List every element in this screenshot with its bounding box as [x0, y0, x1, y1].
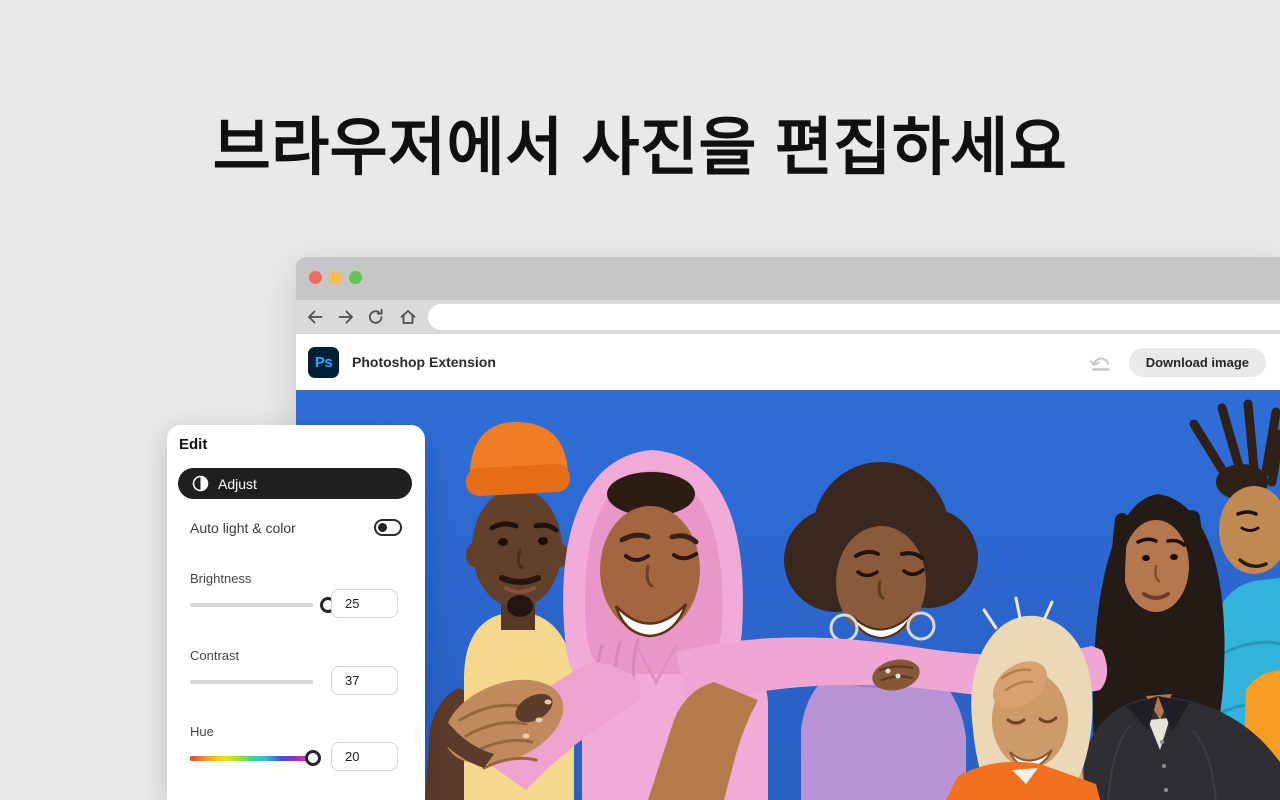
contrast-label: Contrast: [190, 648, 239, 663]
home-icon[interactable]: [399, 308, 417, 326]
hue-slider-group: Hue: [190, 723, 402, 785]
auto-light-toggle[interactable]: [374, 519, 402, 536]
hue-label: Hue: [190, 724, 214, 739]
edit-panel: Edit Adjust Auto light & color Brightnes…: [167, 425, 425, 800]
app-title: Photoshop Extension: [352, 354, 496, 370]
hue-value-input[interactable]: [331, 742, 398, 771]
contrast-value-input[interactable]: [331, 666, 398, 695]
hue-thumb[interactable]: [305, 750, 321, 766]
brightness-label: Brightness: [190, 571, 251, 586]
forward-icon[interactable]: [337, 308, 355, 326]
adjust-label: Adjust: [218, 476, 257, 492]
reload-icon[interactable]: [367, 308, 385, 326]
extension-toolbar: Ps Photoshop Extension Download image: [296, 334, 1280, 390]
contrast-icon: [192, 475, 209, 492]
zoom-button[interactable]: [349, 271, 362, 284]
brightness-track[interactable]: [190, 603, 313, 607]
window-controls: [309, 271, 362, 284]
browser-navbar: [296, 300, 1280, 334]
brightness-slider-group: Brightness: [190, 570, 402, 632]
photoshop-logo: Ps: [308, 347, 339, 378]
close-button[interactable]: [309, 271, 322, 284]
adjust-button[interactable]: Adjust: [178, 468, 412, 499]
undo-icon[interactable]: [1087, 351, 1115, 373]
contrast-track[interactable]: [190, 680, 313, 684]
edit-panel-title: Edit: [179, 436, 207, 453]
back-icon[interactable]: [306, 308, 324, 326]
browser-window: Ps Photoshop Extension Download image: [296, 257, 1280, 800]
hue-track[interactable]: [190, 756, 313, 761]
photo-canvas: [296, 390, 1280, 800]
brightness-value-input[interactable]: [331, 589, 398, 618]
page-title: 브라우저에서 사진을 편집하세요: [0, 97, 1280, 188]
download-image-button[interactable]: Download image: [1129, 348, 1266, 377]
contrast-slider-group: Contrast: [190, 647, 402, 709]
minimize-button[interactable]: [329, 271, 342, 284]
url-input[interactable]: [428, 304, 1280, 330]
browser-titlebar: [296, 257, 1280, 300]
auto-light-label: Auto light & color: [190, 520, 296, 536]
